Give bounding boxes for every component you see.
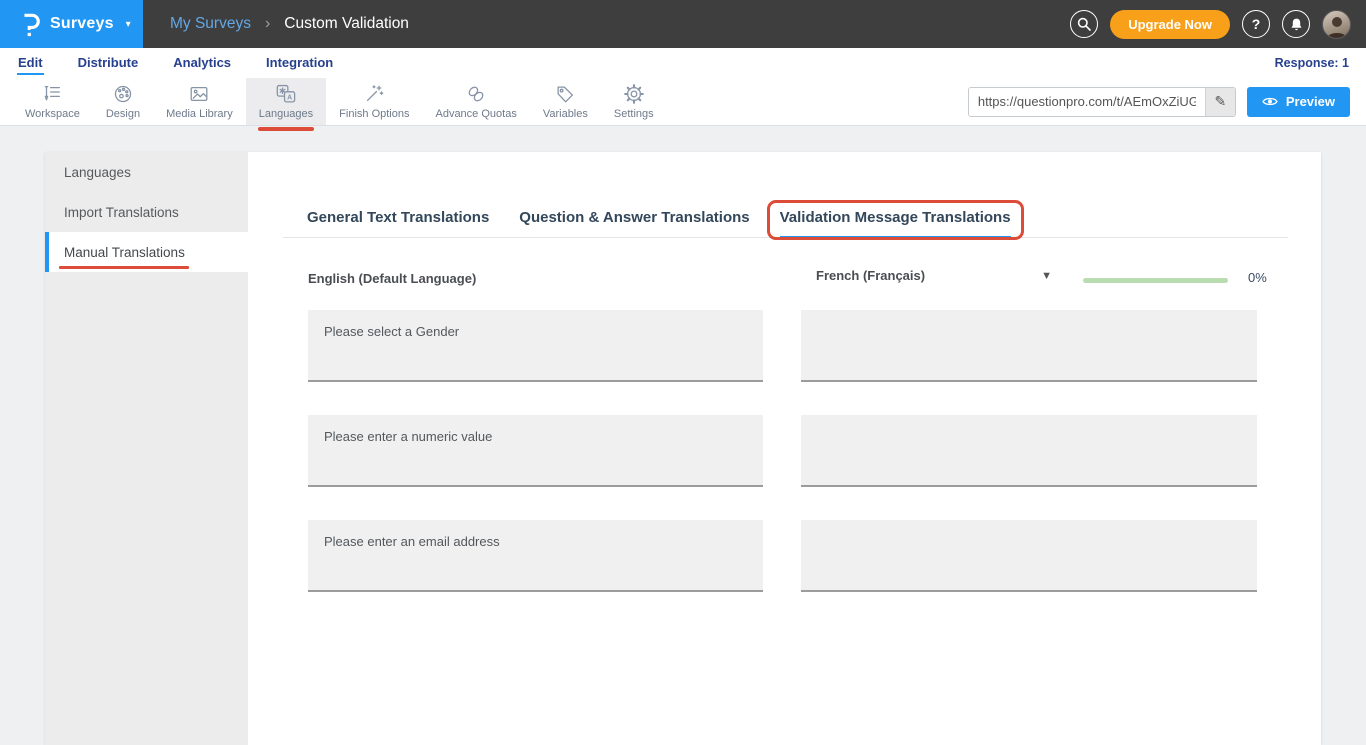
breadcrumb-current: Custom Validation [284, 15, 409, 33]
toolbar-item-media-library[interactable]: Media Library [153, 78, 246, 125]
translation-progress-bar [1083, 278, 1228, 283]
translation-progress-percent: 0% [1248, 270, 1267, 285]
target-language-select[interactable]: French (Français) ▼ [816, 268, 1052, 283]
annotation-underline-manual-translations [59, 266, 189, 269]
tab-general-text-translations[interactable]: General Text Translations [307, 209, 489, 239]
nav-tab-edit[interactable]: Edit [17, 52, 44, 75]
breadcrumb-separator-icon: › [265, 15, 270, 33]
toolbar-item-finish-options[interactable]: Finish Options [326, 78, 422, 125]
chevron-down-icon: ▼ [1041, 270, 1052, 282]
source-language-label: English (Default Language) [308, 271, 476, 286]
top-bar: Surveys ▾ My Surveys › Custom Validation… [0, 0, 1366, 48]
source-text-gender: Please select a Gender [308, 310, 763, 382]
translation-tabs: General Text Translations Question & Ans… [283, 205, 1288, 238]
toolbar-right: ✎ Preview [968, 78, 1366, 125]
breadcrumb-my-surveys[interactable]: My Surveys [170, 15, 251, 33]
sidebar-item-import-translations[interactable]: Import Translations [45, 192, 248, 232]
source-text-numeric: Please enter a numeric value [308, 415, 763, 487]
target-text-numeric-input[interactable] [801, 415, 1257, 487]
finish-options-icon [363, 83, 385, 105]
languages-sidebar: Languages Import Translations Manual Tra… [45, 152, 248, 745]
avatar[interactable] [1322, 10, 1351, 39]
edit-toolbar: Workspace Design Media Library A Languag… [0, 78, 1366, 126]
toolbar-item-variables[interactable]: Variables [530, 78, 601, 125]
translation-row: Please select a Gender [308, 310, 1257, 382]
annotation-underline-languages [258, 127, 314, 131]
media-library-icon [188, 83, 210, 105]
toolbar-item-languages[interactable]: A Languages [246, 78, 326, 125]
sidebar-item-manual-translations[interactable]: Manual Translations [45, 232, 248, 272]
nav-tab-integration[interactable]: Integration [265, 52, 334, 75]
help-button[interactable]: ? [1242, 10, 1270, 38]
target-language-label: French (Français) [816, 268, 925, 283]
preview-button[interactable]: Preview [1247, 87, 1350, 117]
design-icon [112, 83, 134, 105]
response-count[interactable]: Response: 1 [1275, 56, 1349, 70]
source-text-email: Please enter an email address [308, 520, 763, 592]
questionpro-logo-icon [21, 10, 40, 38]
search-icon [1077, 17, 1091, 31]
svg-text:A: A [287, 94, 292, 101]
settings-icon [623, 83, 645, 105]
pencil-icon: ✎ [1214, 93, 1226, 110]
edit-url-button[interactable]: ✎ [1205, 88, 1235, 116]
workspace-icon [41, 83, 63, 105]
help-icon: ? [1252, 16, 1261, 32]
notifications-button[interactable] [1282, 10, 1310, 38]
survey-url-input[interactable] [969, 88, 1205, 116]
eye-icon [1262, 96, 1278, 107]
topbar-actions: Upgrade Now ? [1070, 10, 1366, 39]
tab-question-answer-translations[interactable]: Question & Answer Translations [519, 209, 749, 239]
survey-nav: Edit Distribute Analytics Integration Re… [0, 48, 1366, 78]
toolbar-item-workspace[interactable]: Workspace [12, 78, 93, 125]
tab-validation-message-translations[interactable]: Validation Message Translations [780, 209, 1011, 239]
sidebar-item-languages[interactable]: Languages [45, 152, 248, 192]
languages-panel: Languages Import Translations Manual Tra… [45, 152, 1321, 745]
nav-tab-analytics[interactable]: Analytics [172, 52, 232, 75]
survey-url-group: ✎ [968, 87, 1236, 117]
manual-translations-panel: General Text Translations Question & Ans… [248, 152, 1321, 745]
search-button[interactable] [1070, 10, 1098, 38]
product-switcher[interactable]: Surveys ▾ [0, 0, 143, 48]
bell-icon [1290, 17, 1303, 32]
target-text-gender-input[interactable] [801, 310, 1257, 382]
translation-row: Please enter an email address [308, 520, 1257, 592]
chevron-down-icon: ▾ [126, 19, 131, 30]
variables-icon [554, 83, 576, 105]
upgrade-now-button[interactable]: Upgrade Now [1110, 10, 1230, 39]
toolbar-item-design[interactable]: Design [93, 78, 153, 125]
translation-row: Please enter a numeric value [308, 415, 1257, 487]
toolbar-item-settings[interactable]: Settings [601, 78, 667, 125]
languages-icon: A [275, 83, 297, 105]
nav-tab-distribute[interactable]: Distribute [77, 52, 140, 75]
breadcrumb: My Surveys › Custom Validation [170, 15, 409, 33]
product-label: Surveys [50, 15, 114, 33]
toolbar-item-advance-quotas[interactable]: Advance Quotas [422, 78, 529, 125]
target-text-email-input[interactable] [801, 520, 1257, 592]
advance-quotas-icon [465, 83, 487, 105]
